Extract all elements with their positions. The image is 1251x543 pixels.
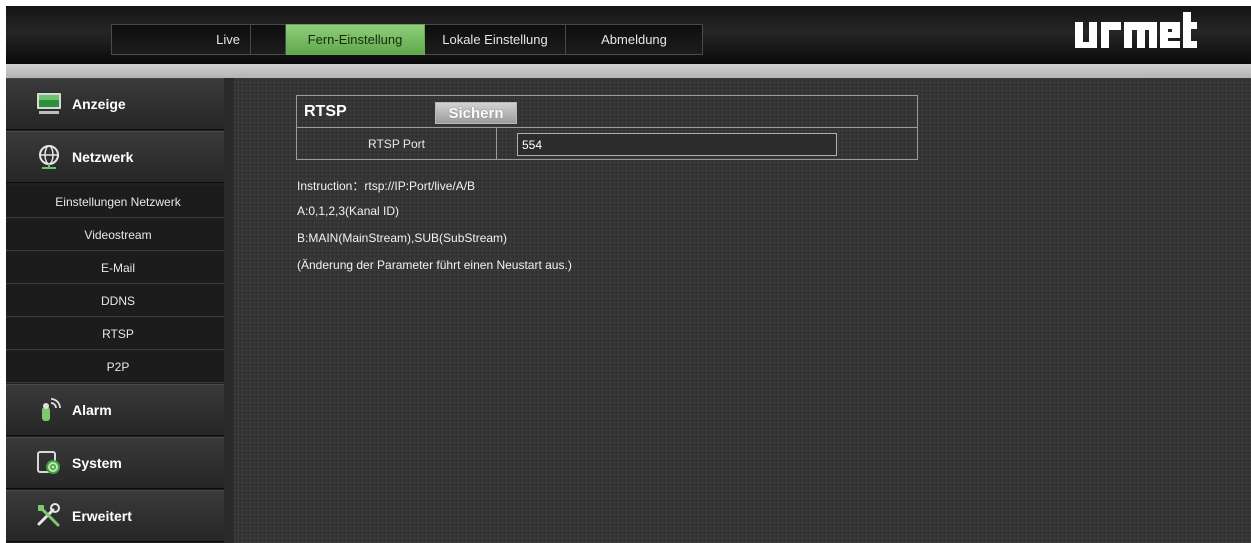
sidebar-item-videostream[interactable]: Videostream: [6, 219, 230, 251]
rtsp-panel-header: RTSP Sichern: [297, 96, 917, 128]
top-navigation-bar: Live Fern-Einstellung Lokale Einstellung…: [6, 6, 1251, 64]
panel-title: RTSP: [304, 103, 347, 120]
tab-lokale-einstellung-label: Lokale Einstellung: [442, 32, 548, 47]
rtsp-settings-panel: RTSP Sichern RTSP Port: [296, 95, 918, 160]
main-tabs: Live Fern-Einstellung Lokale Einstellung…: [111, 24, 703, 55]
sidebar-item-einstellungen-netzwerk[interactable]: Einstellungen Netzwerk: [6, 186, 230, 218]
sidebar-item-label: DDNS: [100, 293, 135, 308]
sidebar-section-erweitert[interactable]: Erweitert: [6, 490, 230, 542]
main-content: RTSP Sichern RTSP Port Instruction：rtsp:…: [234, 78, 1251, 543]
sidebar-item-label: RTSP: [102, 326, 134, 341]
instruction-channel-ids: A:0,1,2,3(Kanal ID): [297, 204, 400, 218]
instruction-url-format: Instruction：rtsp://IP:Port/live/A/B: [297, 179, 476, 193]
network-globe-icon: [39, 145, 59, 169]
sidebar-section-label: Erweitert: [72, 508, 132, 524]
rtsp-port-input[interactable]: [517, 133, 837, 156]
sidebar: Anzeige Netzwerk Einstellungen Netzwerk …: [6, 78, 234, 543]
tab-live[interactable]: Live: [111, 24, 251, 55]
sidebar-item-label: E-Mail: [100, 260, 135, 275]
sidebar-section-system[interactable]: System: [6, 437, 230, 489]
sidebar-item-ddns[interactable]: DDNS: [6, 285, 230, 317]
sidebar-item-label: Videostream: [84, 227, 152, 242]
sidebar-item-e-mail[interactable]: E-Mail: [6, 252, 230, 284]
system-gear-icon: [37, 451, 60, 474]
restart-notice: (Änderung der Parameter führt einen Neus…: [297, 258, 572, 272]
alarm-icon: [42, 398, 61, 421]
sidebar-item-label: P2P: [106, 359, 130, 374]
sidebar-item-label: Einstellungen Netzwerk: [55, 194, 181, 209]
monitor-icon: [37, 93, 61, 114]
tab-abmeldung-label: Abmeldung: [601, 32, 667, 47]
tab-fern-einstellung-label: Fern-Einstellung: [307, 32, 403, 47]
tools-icon: [37, 503, 60, 527]
tab-lokale-einstellung[interactable]: Lokale Einstellung: [425, 24, 566, 55]
save-button[interactable]: Sichern: [435, 102, 517, 124]
tab-spacer: [251, 24, 286, 55]
sidebar-item-rtsp[interactable]: RTSP: [6, 318, 230, 350]
tab-abmeldung[interactable]: Abmeldung: [566, 24, 703, 55]
sidebar-section-label: System: [72, 455, 122, 471]
urmet-logo: [1075, 12, 1197, 48]
sidebar-section-label: Alarm: [72, 402, 112, 418]
sidebar-section-label: Anzeige: [72, 96, 126, 112]
rtsp-port-label: RTSP Port: [297, 128, 497, 159]
sidebar-section-anzeige[interactable]: Anzeige: [6, 78, 230, 130]
sidebar-section-netzwerk[interactable]: Netzwerk: [6, 131, 230, 183]
header-separator: [6, 64, 1251, 78]
sidebar-section-alarm[interactable]: Alarm: [6, 384, 230, 436]
tab-fern-einstellung[interactable]: Fern-Einstellung: [286, 24, 425, 55]
sidebar-section-label: Netzwerk: [72, 149, 134, 165]
instruction-stream-types: B:MAIN(MainStream),SUB(SubStream): [297, 231, 508, 245]
sidebar-edge: [224, 78, 234, 543]
tab-live-label: Live: [216, 32, 240, 47]
sidebar-item-p2p[interactable]: P2P: [6, 351, 230, 383]
